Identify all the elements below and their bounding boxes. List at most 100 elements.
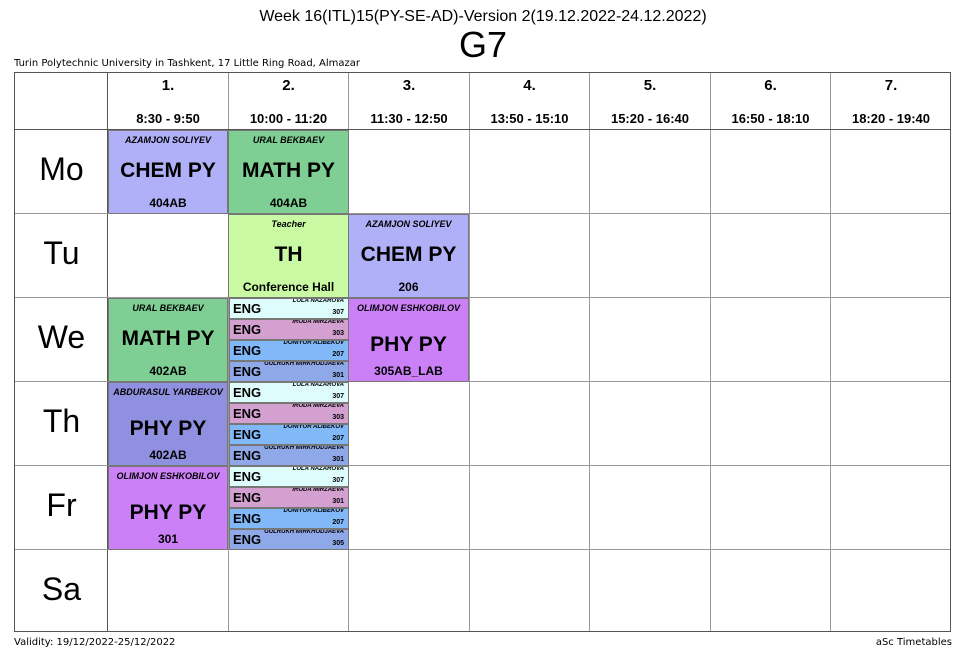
eng-room: 301 [332,372,344,379]
validity-text: Validity: 19/12/2022-25/12/2022 [14,637,176,648]
day-label-we: We [37,319,86,355]
period-header-3: 3. 11:30 - 12:50 [349,73,469,130]
eng-teacher: IRODA MIRZAEVA [292,487,344,493]
eng-teacher: LOLA NAZAROVA [292,382,344,388]
lesson-room: Conference Hall [242,280,335,294]
lesson-card[interactable]: Teacher TH Conference Hall [228,214,349,298]
lesson-teacher: ABDURASUL YARBEKOV [113,387,223,397]
lesson-room: 305AB_LAB [374,364,443,378]
eng-room: 207 [332,519,344,526]
eng-teacher: DONIYOR ALIBEKOV [283,340,344,346]
day-label-sa: Sa [41,571,82,607]
lesson-card[interactable]: AZAMJON SOLIYEV CHEM PY 206 [348,214,469,298]
eng-subgroup[interactable]: ENG IRODA MIRZAEVA 303 [229,403,349,424]
eng-room: 307 [332,393,344,400]
period-time: 10:00 - 11:20 [249,111,328,126]
period-number: 5. [643,77,657,94]
lesson-room: 404AB [149,196,187,210]
period-number: 2. [282,77,295,94]
eng-subgroup[interactable]: ENG IRODA MIRZAEVA 301 [229,487,349,508]
timetable-grid: 1. 8:30 - 9:50 2. 10:00 - 11:20 3. 11:30… [14,72,951,632]
lesson-teacher: URAL BEKBAEV [252,135,325,145]
lesson-subject: TH [274,243,303,266]
lesson-subject: PHY PY [129,417,207,440]
eng-subject: ENG [233,427,262,442]
eng-subgroup[interactable]: ENG DONIYOR ALIBEKOV 207 [229,340,349,361]
period-header-1: 1. 8:30 - 9:50 [108,73,228,130]
lesson-subject: PHY PY [129,501,207,524]
period-time: 13:50 - 15:10 [490,111,569,126]
eng-subgroup[interactable]: ENG GULRUKH MIRKHODJAEVA 305 [229,529,349,550]
lesson-card[interactable]: URAL BEKBAEV MATH PY 404AB [228,130,349,214]
eng-subgroup[interactable]: ENG LOLA NAZAROVA 307 [229,466,349,487]
lesson-room: 402AB [149,364,187,378]
lesson-subject: PHY PY [370,333,447,356]
eng-room: 307 [332,477,344,484]
lesson-card[interactable]: OLIMJON ESHKOBILOV PHY PY 305AB_LAB [348,298,469,382]
eng-teacher: IRODA MIRZAEVA [292,403,344,409]
eng-subgroup[interactable]: ENG GULRUKH MIRKHODJAEVA 301 [229,445,349,466]
eng-teacher: DONIYOR ALIBEKOV [283,508,344,514]
eng-room: 305 [332,540,344,547]
eng-room: 303 [332,414,344,421]
period-header-7: 7. 18:20 - 19:40 [831,73,951,130]
eng-subject: ENG [233,322,262,337]
eng-subject: ENG [233,406,262,421]
eng-subgroup[interactable]: ENG DONIYOR ALIBEKOV 207 [229,508,349,529]
day-label-th: Th [42,403,81,439]
school-address: Turin Polytechnic University in Tashkent… [14,58,360,69]
eng-subject: ENG [233,532,262,547]
eng-subject: ENG [233,469,262,484]
lesson-card[interactable]: OLIMJON ESHKOBILOV PHY PY 301 [108,466,228,550]
period-header-4: 4. 13:50 - 15:10 [470,73,589,130]
lesson-card[interactable]: AZAMJON SOLIYEV CHEM PY 404AB [108,130,228,214]
day-label-tu: Tu [43,235,80,271]
eng-subgroup[interactable]: ENG LOLA NAZAROVA 307 [229,298,349,319]
eng-teacher: IRODA MIRZAEVA [292,319,344,325]
eng-teacher: GULRUKH MIRKHODJAEVA [264,445,344,451]
lesson-card[interactable]: ABDURASUL YARBEKOV PHY PY 402AB [108,382,228,466]
period-time: 15:20 - 16:40 [610,111,690,126]
lesson-teacher: AZAMJON SOLIYEV [124,135,211,145]
lesson-teacher: Teacher [271,219,306,229]
period-number: 6. [764,77,777,94]
eng-subject: ENG [233,343,262,358]
lesson-room: 402AB [149,448,187,462]
day-label-fr: Fr [46,487,77,523]
eng-room: 301 [332,498,344,505]
eng-teacher: DONIYOR ALIBEKOV [283,424,344,430]
period-time: 11:30 - 12:50 [370,111,448,126]
eng-subject: ENG [233,448,262,463]
lesson-subject: CHEM PY [360,243,457,266]
period-time: 18:20 - 19:40 [851,111,931,126]
eng-subgroup[interactable]: ENG LOLA NAZAROVA 307 [229,382,349,403]
eng-room: 207 [332,351,344,358]
eng-room: 307 [332,309,344,316]
lesson-subject: MATH PY [242,159,335,182]
eng-subject: ENG [233,364,262,379]
lesson-room: 301 [157,532,179,546]
day-label-mo: Mo [39,151,84,187]
lesson-subject: CHEM PY [120,159,216,182]
period-number: 4. [523,77,536,94]
eng-teacher: GULRUKH MIRKHODJAEVA [264,361,344,367]
lesson-teacher: AZAMJON SOLIYEV [365,219,452,229]
lesson-card[interactable]: URAL BEKBAEV MATH PY 402AB [108,298,228,382]
eng-subject: ENG [233,385,262,400]
eng-teacher: LOLA NAZAROVA [292,298,344,304]
eng-room: 207 [332,435,344,442]
eng-subgroup[interactable]: ENG DONIYOR ALIBEKOV 207 [229,424,349,445]
credit-text: aSc Timetables [875,637,952,648]
lesson-room: 206 [398,280,419,294]
eng-subject: ENG [233,511,262,526]
eng-subgroup[interactable]: ENG IRODA MIRZAEVA 303 [229,319,349,340]
eng-room: 301 [332,456,344,463]
lesson-teacher: OLIMJON ESHKOBILOV [356,303,460,313]
eng-subgroup[interactable]: ENG GULRUKH MIRKHODJAEVA 301 [229,361,349,382]
lesson-room: 404AB [269,196,308,210]
eng-subject: ENG [233,490,262,505]
lesson-teacher: URAL BEKBAEV [132,303,204,313]
lesson-subject: MATH PY [121,327,215,350]
period-header-6: 6. 16:50 - 18:10 [711,73,830,130]
period-header-5: 5. 15:20 - 16:40 [590,73,710,130]
